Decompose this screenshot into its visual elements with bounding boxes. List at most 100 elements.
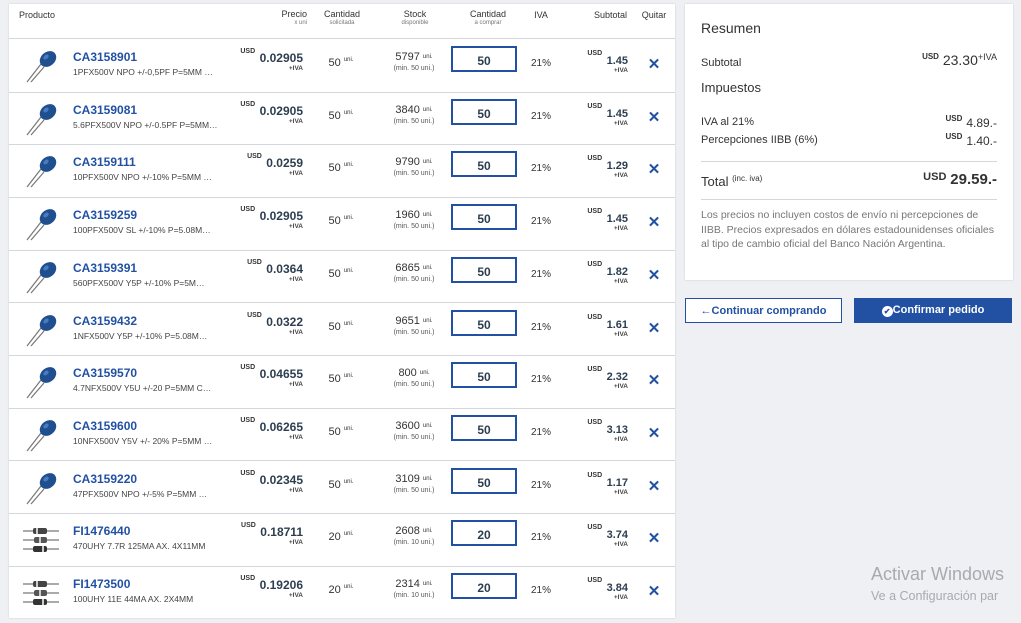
- stock-value: 2608: [395, 525, 420, 538]
- price-currency: USD: [240, 469, 256, 477]
- row-subtotal-amount: 3.84: [606, 582, 628, 594]
- product-description: 47PFX500V NPO +/-5% P=5MM …: [73, 488, 208, 499]
- subtotal-iva-tag: +IVA: [613, 383, 628, 391]
- remove-item-button[interactable]: ✕: [646, 55, 662, 73]
- iva-rate: 21%: [530, 58, 551, 69]
- iva-rate: 21%: [530, 216, 551, 228]
- requested-quantity-value: 50: [328, 478, 341, 491]
- subtotal-currency: USD: [587, 50, 603, 57]
- product-code-link[interactable]: FI1473500: [73, 577, 130, 591]
- row-subtotal-amount: 1.61: [606, 318, 628, 331]
- requested-quantity-value: 20: [328, 584, 341, 596]
- table-row: CA3159259 100PFX500V SL +/-10% P=5.08M… US…: [9, 197, 675, 251]
- unit-price: USD 0.02905 +IVA: [240, 206, 303, 230]
- subtotal-currency: USD: [587, 155, 603, 163]
- product-code-link[interactable]: FI1476440: [73, 524, 130, 538]
- subtotal-iva-tag: +IVA: [613, 541, 628, 549]
- windows-activation-subtitle: Ve a Configuración par: [871, 589, 999, 603]
- quantity-to-buy-input[interactable]: 20: [451, 520, 517, 547]
- remove-item-button[interactable]: ✕: [646, 529, 662, 547]
- quantity-to-buy-input[interactable]: 50: [451, 414, 517, 441]
- remove-item-button[interactable]: ✕: [646, 582, 662, 600]
- remove-item-button[interactable]: ✕: [646, 160, 662, 178]
- table-row: CA3158901 1PFX500V NPO +/-0,5PF P=5MM … US…: [9, 39, 675, 93]
- requested-quantity: 50 uni.: [311, 426, 371, 438]
- subtotal-value: USD 23.30+IVA: [922, 52, 997, 68]
- requested-quantity-unit: uni.: [343, 109, 354, 116]
- quantity-to-buy-input[interactable]: 20: [451, 573, 517, 599]
- product-code-link[interactable]: CA3159432: [73, 314, 137, 328]
- price-amount: 0.02345: [259, 472, 303, 487]
- subtotal-amount: 23.30: [942, 52, 978, 68]
- price-iva-tag: +IVA: [288, 592, 303, 599]
- requested-quantity: 50 uni.: [311, 479, 371, 491]
- quantity-to-buy-input[interactable]: 50: [451, 309, 517, 336]
- continue-shopping-button[interactable]: ←Continuar comprando: [685, 298, 842, 323]
- close-icon: ✕: [647, 108, 661, 126]
- price-amount: 0.02905: [259, 51, 303, 65]
- table-row: CA3159570 4.7NFX500V Y5U +/-20 P=5MM C… US…: [9, 355, 675, 409]
- subtotal-currency: USD: [587, 524, 603, 532]
- table-row: CA3159111 10PFX500V NPO +/-10% P=5MM … USD…: [9, 144, 675, 198]
- capacitor-thumbnail: [23, 153, 59, 189]
- stock-minimum: (min. 50 uni.): [393, 433, 435, 441]
- remove-item-button[interactable]: ✕: [646, 213, 662, 231]
- subtotal-iva-tag: +IVA: [613, 488, 628, 496]
- available-stock: 9790 uni. (min. 50 uni.): [379, 156, 449, 180]
- windows-activation-title: Activar Windows: [871, 564, 1005, 584]
- product-description: 560PFX500V Y5P +/-10% P=5M…: [73, 277, 205, 288]
- stock-minimum: (min. 10 uni.): [393, 539, 435, 547]
- requested-quantity-unit: uni.: [343, 162, 354, 169]
- product-code-link[interactable]: CA3159081: [73, 103, 137, 117]
- stock-unit: uni.: [422, 264, 433, 271]
- stock-value: 3109: [395, 472, 420, 485]
- remove-item-button[interactable]: ✕: [646, 477, 662, 495]
- stock-minimum: (min. 50 uni.): [393, 381, 435, 389]
- total-amount: 29.59.-: [950, 171, 997, 188]
- remove-item-button[interactable]: ✕: [646, 319, 662, 337]
- total-currency: USD: [923, 171, 947, 183]
- stock-unit: uni.: [422, 422, 433, 429]
- requested-quantity: 50 uni.: [311, 162, 371, 174]
- close-icon: ✕: [647, 477, 661, 495]
- row-subtotal-amount: 1.45: [606, 107, 628, 120]
- product-code-link[interactable]: CA3159259: [73, 208, 137, 222]
- product-code-link[interactable]: CA3159111: [73, 155, 136, 169]
- subtotal-suffix: +IVA: [977, 52, 997, 62]
- stock-minimum: (min. 50 uni.): [393, 170, 435, 178]
- row-subtotal: USD 1.45 +IVA: [587, 103, 628, 127]
- remove-item-button[interactable]: ✕: [646, 424, 662, 442]
- quantity-to-buy-input[interactable]: 50: [451, 362, 517, 389]
- product-code-link[interactable]: CA3159570: [73, 366, 137, 380]
- stock-unit: uni.: [422, 528, 433, 535]
- requested-quantity-unit: uni.: [343, 425, 354, 432]
- quantity-to-buy-input[interactable]: 50: [451, 46, 517, 72]
- price-iva-tag: +IVA: [288, 539, 303, 547]
- quantity-to-buy-input[interactable]: 50: [451, 151, 517, 178]
- product-code-link[interactable]: CA3159391: [73, 261, 137, 275]
- quantity-to-buy-input[interactable]: 50: [451, 204, 517, 231]
- price-amount: 0.0364: [266, 261, 303, 276]
- product-description: 4.7NFX500V Y5U +/-20 P=5MM C…: [73, 383, 212, 394]
- remove-item-button[interactable]: ✕: [646, 266, 662, 284]
- confirm-order-button[interactable]: ✔ Confirmar pedido: [854, 298, 1012, 323]
- iva-rate: 21%: [530, 110, 551, 122]
- product-code-link[interactable]: CA3158901: [73, 50, 137, 64]
- subtotal-iva-tag: +IVA: [613, 330, 628, 338]
- summary-divider-2: [701, 199, 997, 200]
- row-subtotal: USD 2.32 +IVA: [587, 366, 628, 391]
- product-code-link[interactable]: CA3159600: [73, 419, 137, 433]
- requested-quantity: 50 uni.: [311, 110, 371, 122]
- remove-item-button[interactable]: ✕: [646, 108, 662, 126]
- quantity-to-buy-input[interactable]: 50: [451, 467, 517, 494]
- capacitor-thumbnail: [23, 48, 59, 84]
- price-currency: USD: [247, 311, 262, 319]
- quantity-to-buy-input[interactable]: 50: [451, 98, 517, 125]
- remove-item-button[interactable]: ✕: [646, 371, 662, 389]
- quantity-to-buy-input[interactable]: 50: [451, 256, 517, 283]
- row-subtotal-amount: 1.17: [606, 476, 628, 489]
- requested-quantity-unit: uni.: [343, 478, 354, 485]
- row-subtotal-amount: 2.32: [606, 371, 628, 384]
- product-code-link[interactable]: CA3159220: [73, 472, 137, 486]
- requested-quantity-value: 50: [328, 162, 341, 175]
